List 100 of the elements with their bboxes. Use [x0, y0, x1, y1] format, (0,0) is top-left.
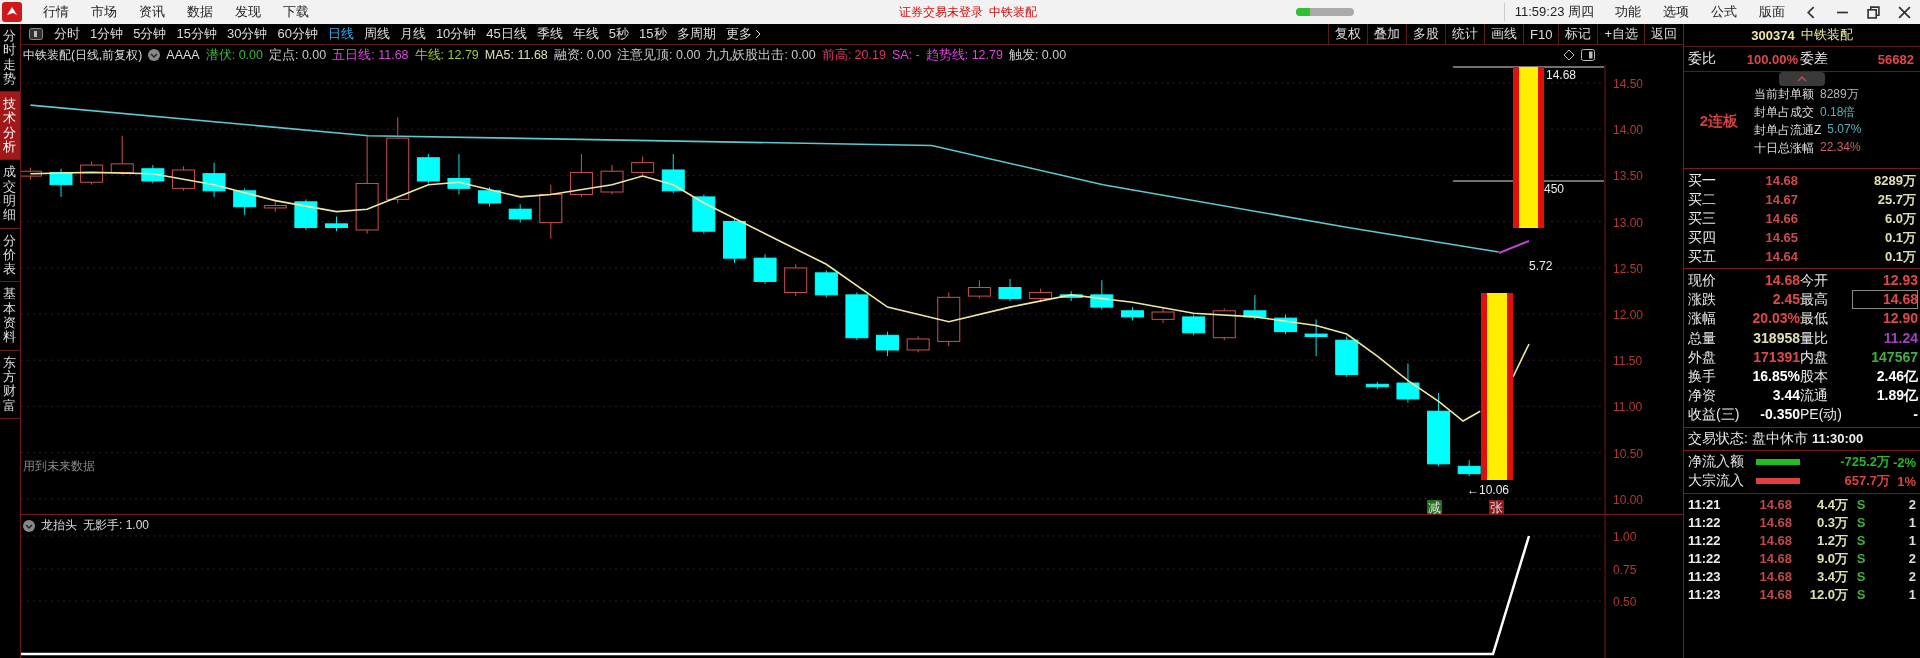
period-tab[interactable]: 季线 — [531, 25, 568, 43]
price-axis-label: 13.50 — [1613, 169, 1644, 184]
candlestick — [784, 263, 808, 297]
menu-item[interactable]: 功能 — [1604, 3, 1652, 21]
quote-label: 最高 — [1800, 290, 1829, 310]
chart-title: 中铁装配(日线,前复权) — [23, 46, 143, 64]
period-tab[interactable]: 5秒 — [603, 25, 635, 43]
tick-time: 11:22 — [1688, 551, 1722, 566]
side-tab[interactable]: 分价表 — [0, 228, 20, 283]
menu-item[interactable]: 公式 — [1700, 3, 1748, 21]
tick-volume: 3.4万 — [1815, 567, 1848, 586]
clock: 11:59:23 周四 — [1503, 3, 1604, 21]
candlestick — [325, 216, 348, 232]
candlestick — [753, 253, 777, 285]
close-icon[interactable] — [1898, 5, 1911, 19]
quote-label: 流通 — [1800, 386, 1829, 406]
quote-value: 12.93 — [1881, 271, 1918, 290]
side-tab[interactable]: 成交明细 — [0, 160, 20, 229]
period-tab[interactable]: 多周期 — [671, 25, 721, 43]
period-tab[interactable]: 10分钟 — [430, 25, 482, 43]
quote-label: 内盘 — [1800, 347, 1829, 367]
candlestick — [141, 164, 165, 184]
chart-label: 14.68 — [1546, 68, 1577, 82]
candlestick — [202, 162, 226, 198]
period-tab[interactable]: 15秒 — [634, 25, 672, 43]
tick-count: 1 — [1907, 587, 1916, 602]
candlestick — [1274, 313, 1297, 335]
tick-price: 14.68 — [1758, 551, 1792, 566]
dropdown-icon[interactable] — [148, 49, 161, 61]
panel-toggle-icon[interactable] — [1581, 49, 1595, 61]
period-tab[interactable]: 30分钟 — [221, 25, 273, 43]
price-axis-label: 10.50 — [1613, 446, 1644, 461]
stock-name: 中铁装配 — [1800, 26, 1853, 44]
menu-item[interactable]: 发现 — [224, 3, 272, 21]
tick-volume: 4.4万 — [1815, 495, 1848, 514]
menu-item[interactable]: 数据 — [176, 3, 224, 21]
quote-value: 147567 — [1870, 347, 1918, 367]
quote-value: 11.24 — [1882, 328, 1918, 348]
period-tab[interactable]: 45日线 — [481, 25, 532, 43]
formula-name: AAAA — [166, 48, 200, 62]
price-axis-label: 12.00 — [1613, 308, 1644, 322]
bid-volume: 25.7万 — [1876, 190, 1916, 209]
status-time: 11:30:00 — [1811, 431, 1864, 446]
candlestick — [110, 135, 134, 176]
candlestick — [1120, 306, 1144, 322]
indicator-value: 触发: 0.00 — [1008, 46, 1067, 64]
period-tab[interactable]: 年线 — [567, 25, 604, 43]
tick-price: 14.68 — [1758, 533, 1792, 548]
panel-toggle-icon[interactable] — [29, 28, 43, 40]
candlestick — [876, 331, 900, 357]
tick-side: S — [1855, 569, 1867, 584]
field-label: 委比 — [1688, 50, 1717, 68]
indicator-value: 注意见顶: 0.00 — [617, 46, 701, 64]
side-tab[interactable]: 技术分析 — [0, 92, 20, 161]
quote-value: 14.68 — [1852, 290, 1918, 310]
candlestick — [937, 291, 961, 347]
candlestick — [508, 203, 532, 224]
dropdown-icon[interactable] — [23, 519, 35, 532]
menu-item[interactable]: 选项 — [1652, 3, 1700, 21]
tick-side: S — [1855, 533, 1867, 548]
indicator-value: 融资: 0.00 — [553, 46, 612, 64]
period-tab[interactable]: 60分钟 — [272, 25, 323, 43]
flow-label: 净流入额 — [1688, 453, 1745, 471]
tick-volume: 9.0万 — [1815, 549, 1848, 568]
period-tab[interactable]: 5分钟 — [128, 25, 172, 43]
period-tab[interactable]: 月线 — [394, 25, 431, 43]
side-tab[interactable]: 基本资料 — [0, 282, 20, 351]
period-tab[interactable]: 15分钟 — [171, 25, 222, 43]
stat-label: 当前封单额 — [1754, 86, 1814, 103]
quote-value: - — [1912, 405, 1918, 425]
menu-item[interactable]: 下载 — [272, 3, 320, 21]
menu-item[interactable]: 行情 — [32, 3, 80, 21]
price-axis-label: 11.00 — [1613, 400, 1643, 415]
tick-time: 11:21 — [1688, 497, 1722, 512]
menu-item[interactable]: 版面 — [1748, 3, 1796, 21]
tick-time: 11:23 — [1688, 569, 1722, 584]
signal-badge: 张 — [1489, 500, 1504, 514]
menu-item[interactable]: 资讯 — [128, 3, 176, 21]
restore-icon[interactable] — [1867, 5, 1880, 19]
period-tab[interactable]: 分时 — [49, 25, 85, 43]
chevron-right-icon — [754, 29, 761, 39]
signal-badge: 减 — [1427, 500, 1442, 514]
indicator-name: 龙抬头 — [41, 517, 77, 534]
streak-label: 2连板 — [1698, 112, 1740, 131]
tick-side: S — [1855, 587, 1867, 602]
indicator-value: MA5: 11.68 — [484, 48, 548, 62]
trend-segment — [1498, 240, 1530, 254]
side-tab[interactable]: 东方财富 — [0, 350, 20, 419]
period-tab[interactable]: 1分钟 — [85, 25, 129, 43]
period-tab[interactable]: 日线 — [322, 25, 359, 43]
diamond-icon[interactable] — [1563, 49, 1575, 61]
period-tab[interactable]: 周线 — [358, 25, 395, 43]
indicator-value: 定点: 0.00 — [268, 46, 327, 64]
candlestick — [1029, 288, 1053, 303]
quote-value: 3.44 — [1771, 386, 1800, 406]
tick-time: 11:22 — [1688, 515, 1722, 530]
quote-value: 20.03% — [1751, 309, 1800, 329]
period-tab[interactable]: 更多 — [720, 25, 766, 43]
menu-item[interactable]: 市场 — [80, 3, 128, 21]
field-value: 56682 — [1876, 51, 1915, 67]
